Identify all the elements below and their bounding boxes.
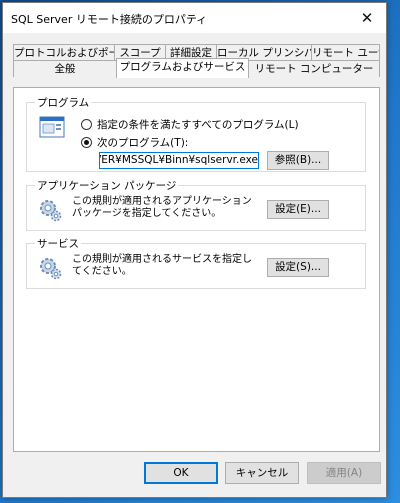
radio-this-program[interactable]: 次のプログラム(T): [81, 135, 188, 150]
close-icon: ✕ [360, 9, 374, 27]
radio-label: 指定の条件を満たすすべてのプログラム(L) [97, 119, 299, 131]
tab-label: プロトコルおよびポート [14, 47, 114, 59]
gear-icon [40, 258, 62, 280]
group-label: アプリケーション パッケージ [35, 178, 179, 193]
tab-remote-computers[interactable]: リモート コンピューター [248, 60, 380, 77]
program-window-icon [39, 116, 65, 138]
group-label: サービス [35, 236, 81, 251]
tab-panel: プログラム 指定の条件を満たすすべてのプログラム(L) 次のプログラム(T): … [13, 87, 380, 452]
tab-protocols-ports[interactable]: プロトコルおよびポート [13, 44, 115, 61]
cancel-button[interactable]: キャンセル [225, 462, 299, 484]
tab-label: プログラムおよびサービス [119, 61, 246, 73]
program-path-input[interactable]: C:¥Program Files¥Microsoft SQL Server¥MS… [99, 152, 259, 169]
services-settings-button[interactable]: 設定(S)... [267, 258, 329, 277]
program-path-value: C:¥Program Files¥Microsoft SQL Server¥MS… [100, 154, 258, 166]
tab-remote-users[interactable]: リモート ユーザー [311, 44, 380, 61]
button-label: OK [173, 467, 189, 479]
button-label: 適用(A) [325, 467, 363, 479]
tab-label: リモート ユーザー [312, 47, 379, 59]
tab-label: 全般 [54, 63, 76, 75]
radio-button[interactable] [81, 119, 92, 130]
title-bar: SQL Server リモート接続のプロパティ ✕ [3, 3, 386, 33]
gear-icon [40, 200, 62, 222]
apply-button[interactable]: 適用(A) [307, 462, 381, 484]
button-label: 設定(S)... [275, 261, 321, 273]
close-button[interactable]: ✕ [348, 3, 386, 33]
ok-button[interactable]: OK [144, 462, 218, 484]
radio-label: 次のプログラム(T): [97, 137, 189, 149]
window-title: SQL Server リモート接続のプロパティ [11, 13, 208, 26]
radio-all-programs[interactable]: 指定の条件を満たすすべてのプログラム(L) [81, 117, 299, 132]
tab-programs-services[interactable]: プログラムおよびサービス [116, 58, 249, 78]
radio-button[interactable] [81, 137, 92, 148]
app-packages-group: アプリケーション パッケージ この規則が適用されるアプリケーション パッケージを… [26, 178, 366, 231]
app-packages-description: この規則が適用されるアプリケーション パッケージを指定してください。 [72, 196, 252, 219]
tab-strip: プロトコルおよびポート スコープ 詳細設定 ローカル プリンシパル リモート ユ… [13, 44, 380, 93]
app-packages-settings-button[interactable]: 設定(E)... [267, 200, 329, 219]
button-label: 参照(B)... [274, 154, 322, 166]
tab-label: リモート コンピューター [254, 63, 374, 75]
button-label: 設定(E)... [275, 203, 321, 215]
tab-general[interactable]: 全般 [13, 60, 117, 77]
programs-group: プログラム 指定の条件を満たすすべてのプログラム(L) 次のプログラム(T): … [26, 95, 366, 172]
button-label: キャンセル [235, 467, 289, 479]
services-group: サービス この規則が適用されるサービスを指定してください。 設定(S)... [26, 236, 366, 289]
properties-dialog: SQL Server リモート接続のプロパティ ✕ プロトコルおよびポート スコ… [2, 2, 387, 498]
services-description: この規則が適用されるサービスを指定してください。 [72, 254, 252, 277]
group-label: プログラム [35, 95, 92, 110]
browse-button[interactable]: 参照(B)... [267, 151, 329, 170]
